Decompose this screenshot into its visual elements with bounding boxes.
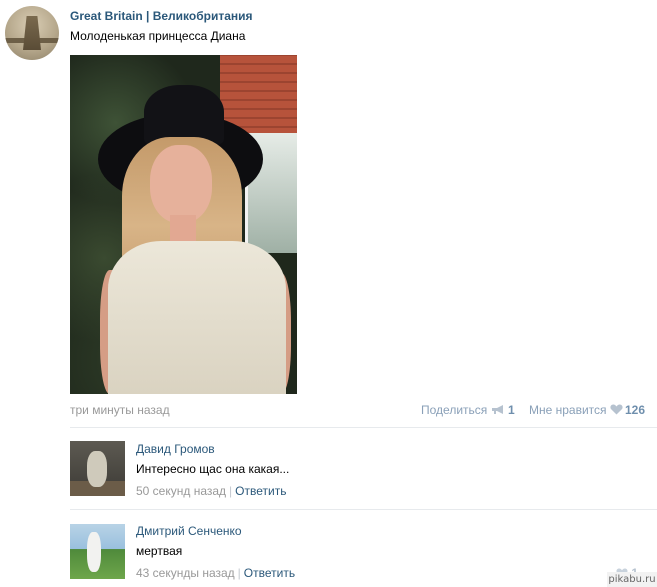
group-name-link[interactable]: Great Britain | Великобритания	[70, 9, 253, 23]
avatar-tower-shape	[23, 16, 41, 50]
divider	[70, 427, 657, 428]
comment-author-link[interactable]: Дмитрий Сенченко	[136, 524, 242, 538]
share-button[interactable]: Поделиться	[421, 403, 505, 418]
comment-meta: 43 секунды назад | Ответить	[136, 566, 295, 580]
photo-face	[150, 145, 212, 223]
comment-avatar[interactable]	[70, 441, 125, 496]
divider	[70, 509, 657, 510]
photo-hat-crown	[144, 85, 224, 145]
share-label: Поделиться	[421, 403, 488, 417]
watermark: pikabu.ru	[607, 572, 657, 587]
comment-avatar[interactable]	[70, 524, 125, 579]
avatar-person-shape	[87, 451, 107, 487]
avatar-person-shape	[87, 532, 101, 572]
post-time-link[interactable]: три минуты назад	[70, 403, 170, 417]
comment-time-link[interactable]: 50 секунд назад	[136, 484, 226, 498]
heart-icon	[610, 404, 623, 418]
like-label: Мне нравится	[529, 403, 607, 417]
comment-text: Интересно щас она какая...	[136, 462, 290, 476]
like-button[interactable]: Мне нравится	[529, 403, 623, 418]
comment-text: мертвая	[136, 544, 183, 558]
meta-separator: |	[237, 566, 241, 580]
reply-button[interactable]: Ответить	[235, 484, 286, 498]
group-avatar[interactable]	[5, 6, 59, 60]
like-count: 126	[625, 403, 646, 417]
reply-button[interactable]: Ответить	[244, 566, 295, 580]
meta-separator: |	[229, 484, 233, 498]
megaphone-icon	[491, 404, 505, 418]
comment-meta: 50 секунд назад | Ответить	[136, 484, 286, 498]
photo-blouse	[108, 241, 286, 394]
post-photo[interactable]	[70, 55, 297, 394]
post-text: Молоденькая принцесса Диана	[70, 29, 246, 43]
vk-post-page: Great Britain | Великобритания Молоденьк…	[0, 0, 657, 587]
comment-time-link[interactable]: 43 секунды назад	[136, 566, 235, 580]
share-count: 1	[508, 403, 515, 417]
comment-author-link[interactable]: Давид Громов	[136, 442, 215, 456]
